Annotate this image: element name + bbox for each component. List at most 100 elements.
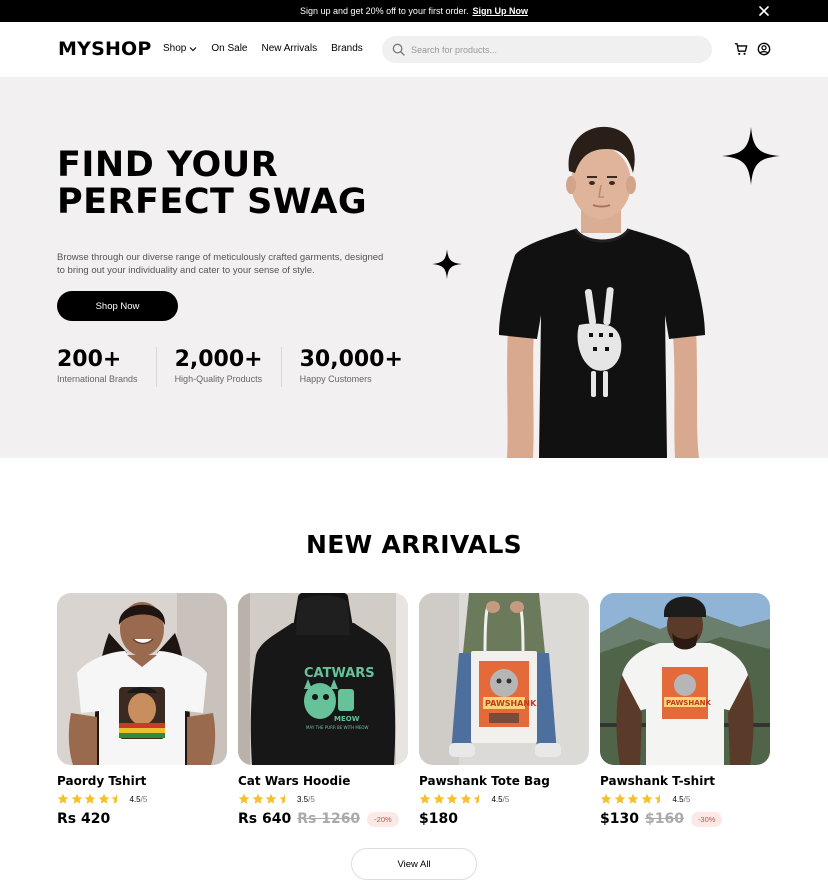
hero-stats: 200+ International Brands 2,000+ High-Qu… bbox=[57, 347, 439, 387]
star-icon bbox=[238, 793, 250, 804]
rating-stars bbox=[419, 793, 487, 805]
site-header: MYSHOP Shop On Sale New Arrivals Brands bbox=[0, 22, 828, 77]
original-price: $160 bbox=[644, 811, 684, 827]
product-card[interactable]: CATWARS MAY THE PURR BE WITH MEOW MEOW C… bbox=[238, 593, 408, 827]
half-star-icon bbox=[279, 793, 285, 804]
cart-icon[interactable] bbox=[734, 42, 748, 56]
nav-item-on-sale[interactable]: On Sale bbox=[211, 43, 247, 54]
star-icon bbox=[98, 793, 109, 804]
stat-brands: 200+ International Brands bbox=[57, 347, 157, 387]
current-price: Rs 420 bbox=[57, 811, 111, 827]
product-price: $130 $160 -30% bbox=[600, 811, 770, 827]
nav-item-new-arrivals[interactable]: New Arrivals bbox=[262, 43, 318, 54]
rating-value: 3.5/5 bbox=[297, 794, 315, 804]
product-rating: 4.5/5 bbox=[419, 793, 589, 805]
sparkle-large-icon bbox=[722, 127, 780, 185]
product-image[interactable]: CATWARS MAY THE PURR BE WITH MEOW MEOW bbox=[238, 593, 408, 765]
product-price: Rs 640 Rs 1260 -20% bbox=[238, 811, 408, 827]
product-card[interactable]: PAWSHANK Pawshank Tote Bag 4.5/5 $180 bbox=[419, 593, 589, 827]
search-input[interactable] bbox=[411, 44, 691, 55]
product-image[interactable]: PAWSHANK bbox=[419, 593, 589, 765]
stat-label: High-Quality Products bbox=[174, 374, 263, 384]
svg-text:PAWSHANK: PAWSHANK bbox=[666, 699, 711, 707]
product-rating: 3.5/5 bbox=[238, 793, 408, 805]
sign-up-link[interactable]: Sign Up Now bbox=[472, 6, 528, 16]
sparkle-small-icon bbox=[432, 249, 462, 279]
star-icon bbox=[641, 793, 652, 804]
star-icon bbox=[419, 793, 431, 804]
hero-model-image bbox=[499, 126, 705, 458]
hero-title: FIND YOUR PERFECT SWAG bbox=[57, 147, 387, 221]
account-icon[interactable] bbox=[757, 42, 771, 56]
rating-value: 4.5/5 bbox=[129, 794, 148, 804]
nav-item-label: On Sale bbox=[211, 43, 248, 54]
star-icon bbox=[265, 793, 277, 804]
product-card[interactable]: Paordy Tshirt 4.5/5 Rs 420 bbox=[57, 593, 227, 827]
close-icon[interactable] bbox=[756, 3, 772, 19]
shop-now-button[interactable]: Shop Now bbox=[57, 291, 178, 321]
star-icon bbox=[433, 793, 444, 804]
stat-value: 2,000+ bbox=[174, 347, 263, 372]
announcement-text: Sign up and get 20% off to your first or… bbox=[300, 6, 469, 16]
half-star-icon bbox=[654, 793, 660, 804]
nav-item-shop[interactable]: Shop bbox=[163, 43, 197, 54]
star-icon bbox=[84, 793, 96, 804]
product-name[interactable]: Pawshank Tote Bag bbox=[419, 774, 589, 788]
star-icon bbox=[627, 793, 639, 804]
search-icon bbox=[392, 43, 405, 56]
rating-value: 4.5/5 bbox=[672, 794, 691, 804]
product-image[interactable] bbox=[57, 593, 227, 765]
star-icon bbox=[252, 793, 263, 804]
star-icon bbox=[446, 793, 458, 804]
nav-item-label: New Arrivals bbox=[261, 43, 318, 54]
svg-text:CATWARS: CATWARS bbox=[304, 666, 375, 681]
stat-customers: 30,000+ Happy Customers bbox=[300, 347, 421, 387]
site-logo[interactable]: MYSHOP bbox=[58, 38, 152, 60]
new-arrivals-title: NEW ARRIVALS bbox=[306, 530, 522, 559]
current-price: Rs 640 bbox=[238, 811, 292, 827]
product-card[interactable]: PAWSHANK Pawshank T-shirt 4.5/5 $130 $16… bbox=[600, 593, 770, 827]
current-price: $130 bbox=[600, 811, 639, 827]
chevron-down-icon bbox=[189, 46, 197, 51]
product-price: Rs 420 bbox=[57, 811, 227, 827]
search-bar bbox=[382, 36, 712, 63]
nav-item-brands[interactable]: Brands bbox=[331, 43, 363, 54]
product-rating: 4.5/5 bbox=[57, 793, 227, 805]
stat-products: 2,000+ High-Quality Products bbox=[175, 347, 282, 387]
svg-text:MAY THE PURR BE WITH MEOW: MAY THE PURR BE WITH MEOW bbox=[306, 725, 369, 730]
star-icon bbox=[614, 793, 625, 804]
half-star-icon bbox=[111, 793, 117, 804]
star-icon bbox=[57, 793, 69, 804]
rating-stars bbox=[57, 793, 125, 805]
hero-title-line: PERFECT SWAG bbox=[57, 182, 368, 222]
hero-title-line: FIND YOUR bbox=[57, 145, 279, 185]
product-name[interactable]: Pawshank T-shirt bbox=[600, 774, 770, 788]
product-name[interactable]: Cat Wars Hoodie bbox=[238, 774, 408, 788]
rating-stars bbox=[600, 793, 668, 805]
current-price: $180 bbox=[419, 811, 458, 827]
announcement-bar: Sign up and get 20% off to your first or… bbox=[0, 0, 828, 22]
svg-text:MEOW: MEOW bbox=[334, 715, 360, 723]
nav-item-label: Shop bbox=[163, 43, 187, 54]
discount-badge: -20% bbox=[367, 811, 399, 827]
star-icon bbox=[460, 793, 471, 804]
product-price: $180 bbox=[419, 811, 589, 827]
product-name[interactable]: Paordy Tshirt bbox=[57, 774, 227, 788]
svg-text:PAWSHANK: PAWSHANK bbox=[485, 699, 537, 708]
main-nav: Shop On Sale New Arrivals Brands bbox=[163, 43, 377, 54]
product-rating: 4.5/5 bbox=[600, 793, 770, 805]
stat-value: 200+ bbox=[57, 347, 122, 372]
stat-value: 30,000+ bbox=[299, 347, 403, 372]
hero-section: FIND YOUR PERFECT SWAG Browse through ou… bbox=[0, 77, 828, 458]
star-icon bbox=[71, 793, 82, 804]
discount-badge: -30% bbox=[690, 811, 723, 827]
rating-value: 4.5/5 bbox=[491, 794, 510, 804]
rating-stars bbox=[238, 793, 292, 805]
hero-description: Browse through our diverse range of meti… bbox=[57, 252, 384, 276]
original-price: Rs 1260 bbox=[297, 811, 361, 827]
star-icon bbox=[600, 793, 612, 804]
stat-label: International Brands bbox=[57, 374, 138, 384]
nav-item-label: Brands bbox=[331, 43, 363, 54]
product-image[interactable]: PAWSHANK bbox=[600, 593, 770, 765]
view-all-button[interactable]: View All bbox=[351, 848, 477, 880]
